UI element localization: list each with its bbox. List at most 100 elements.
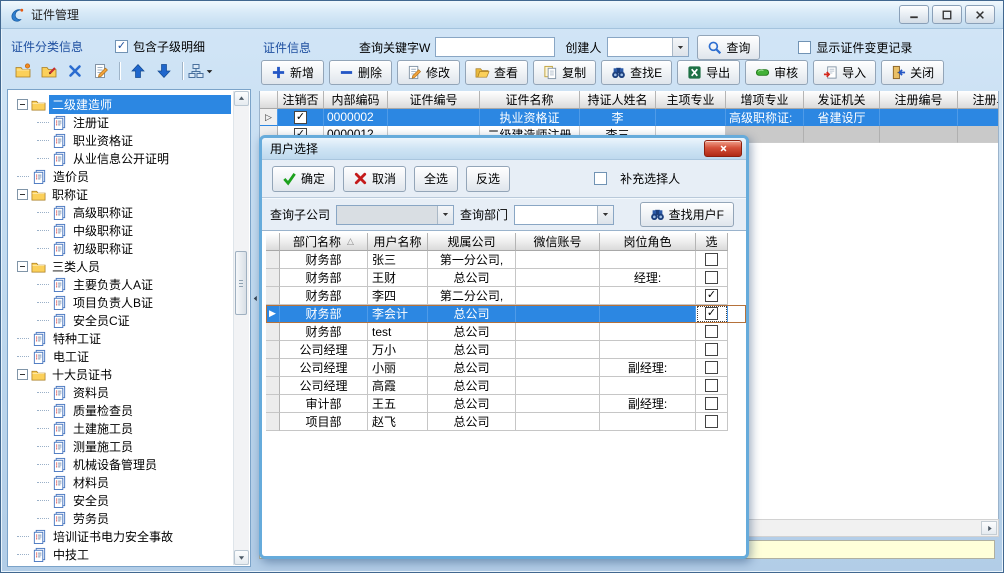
tree-item[interactable]: 土建施工员	[9, 419, 233, 437]
delete-category-button[interactable]	[63, 59, 87, 83]
grid-column-header[interactable]: 持证人姓名	[580, 91, 656, 109]
checkbox-unchecked-icon[interactable]	[705, 253, 718, 266]
tree-item[interactable]: 安全员C证	[9, 311, 233, 329]
modify-button[interactable]: 修改	[397, 60, 460, 85]
tree-item[interactable]: 安全员	[9, 491, 233, 509]
cancel-button[interactable]: 取消	[343, 166, 406, 192]
tree-item[interactable]: 二级建造师	[9, 95, 233, 113]
tree-item[interactable]: 注册证	[9, 113, 233, 131]
grid-column-header[interactable]: 证件名称	[480, 91, 580, 109]
tree-item[interactable]: 资料员	[9, 383, 233, 401]
grid-column-header[interactable]: 注册编号	[880, 91, 958, 109]
find-user-button[interactable]: 查找用户F	[640, 202, 734, 227]
cell-select[interactable]	[696, 269, 728, 287]
checkbox-unchecked-icon[interactable]	[705, 361, 718, 374]
dialog-close-button[interactable]	[704, 140, 742, 157]
delete-button[interactable]: 删除	[329, 60, 392, 85]
tree-item[interactable]: 三类人员	[9, 257, 233, 275]
invert-selection-button[interactable]: 反选	[466, 166, 510, 192]
collapse-toggle-icon[interactable]	[17, 189, 28, 200]
tree-item[interactable]: 中技工	[9, 545, 233, 563]
titlebar[interactable]: 证件管理	[1, 1, 1003, 29]
close-window-button[interactable]	[965, 5, 995, 24]
user-row[interactable]: 财务部李四第二分公司,	[266, 287, 746, 305]
user-column-header[interactable]: 岗位角色	[600, 233, 696, 251]
tree-item[interactable]: 从业信息公开证明	[9, 149, 233, 167]
scroll-right-button[interactable]	[981, 521, 997, 535]
tree-item[interactable]: 中级职称证	[9, 221, 233, 239]
grid-column-header[interactable]: 注册单位	[958, 91, 999, 109]
user-column-header[interactable]: 用户名称	[368, 233, 428, 251]
tree-item[interactable]: 十大员证书	[9, 365, 233, 383]
grid-column-header[interactable]: 主项专业	[656, 91, 726, 109]
tree-item[interactable]: 劳务员	[9, 509, 233, 527]
checkbox-unchecked-icon[interactable]	[705, 343, 718, 356]
edit-category-button[interactable]	[37, 59, 61, 83]
tree-item[interactable]: 质量检查员	[9, 401, 233, 419]
collapse-toggle-icon[interactable]	[17, 369, 28, 380]
new-category-button[interactable]	[11, 59, 35, 83]
user-row[interactable]: 公司经理高霞总公司	[266, 377, 746, 395]
tree-item[interactable]: 造价员	[9, 167, 233, 185]
checkbox-unchecked-icon[interactable]	[705, 325, 718, 338]
keyword-input[interactable]	[435, 37, 555, 57]
grid-column-header[interactable]	[260, 91, 278, 109]
tree-item[interactable]: 材料员	[9, 473, 233, 491]
checkbox-checked-icon[interactable]	[294, 111, 307, 124]
supplement-checkbox[interactable]	[594, 172, 607, 185]
cell-select[interactable]	[696, 413, 728, 431]
scrollbar-thumb[interactable]	[235, 251, 247, 315]
user-row[interactable]: ▶财务部李会计总公司	[266, 305, 746, 323]
export-button[interactable]: 导出	[677, 60, 740, 85]
checkbox-unchecked-icon[interactable]	[705, 379, 718, 392]
creator-combobox[interactable]	[607, 37, 689, 57]
include-children-checkbox[interactable]	[115, 40, 128, 53]
collapse-toggle-icon[interactable]	[17, 99, 28, 110]
cell-select[interactable]	[696, 395, 728, 413]
checkbox-unchecked-icon[interactable]	[705, 271, 718, 284]
add-button[interactable]: 新增	[261, 60, 324, 85]
tree-item[interactable]: 测量施工员	[9, 437, 233, 455]
user-row[interactable]: 财务部test总公司	[266, 323, 746, 341]
scroll-up-button[interactable]	[234, 91, 249, 106]
copy-button[interactable]: 复制	[533, 60, 596, 85]
checkbox-unchecked-icon[interactable]	[705, 415, 718, 428]
move-up-button[interactable]	[126, 59, 150, 83]
show-changes-checkbox[interactable]	[798, 41, 811, 54]
dialog-titlebar[interactable]: 用户选择	[262, 138, 746, 160]
cell-select[interactable]	[696, 251, 728, 269]
import-button[interactable]: 导入	[813, 60, 876, 85]
checkbox-checked-icon[interactable]	[705, 289, 718, 302]
panel-splitter[interactable]	[251, 89, 259, 567]
tree-item[interactable]: 培训证书电力安全事故	[9, 527, 233, 545]
tree-item[interactable]: 初级职称证	[9, 239, 233, 257]
close-button[interactable]: 关闭	[881, 60, 944, 85]
maximize-button[interactable]	[932, 5, 962, 24]
cell-select[interactable]	[696, 287, 728, 305]
user-row[interactable]: 财务部张三第一分公司,	[266, 251, 746, 269]
department-combobox[interactable]	[514, 205, 614, 225]
tree-item[interactable]: 电工证	[9, 347, 233, 365]
tree-item[interactable]: 机械设备管理员	[9, 455, 233, 473]
tree-item[interactable]: 特种工证	[9, 329, 233, 347]
user-row[interactable]: 公司经理小丽总公司副经理:	[266, 359, 746, 377]
user-column-header[interactable]: 部门名称△	[280, 233, 368, 251]
subsidiary-combobox[interactable]	[336, 205, 454, 225]
scroll-down-button[interactable]	[234, 550, 249, 565]
user-row[interactable]: 项目部赵飞总公司	[266, 413, 746, 431]
grid-row[interactable]: ▷0000002执业资格证李高级职称证:省建设厅	[260, 109, 998, 126]
grid-column-header[interactable]: 发证机关	[804, 91, 880, 109]
edit-note-button[interactable]	[89, 59, 113, 83]
cell-select[interactable]	[696, 377, 728, 395]
tree-item[interactable]: 项目负责人B证	[9, 293, 233, 311]
user-column-header[interactable]: 微信账号	[516, 233, 600, 251]
find-button[interactable]: 查找E	[601, 60, 672, 85]
grid-column-header[interactable]: 证件编号	[388, 91, 480, 109]
user-row[interactable]: 财务部王财总公司经理:	[266, 269, 746, 287]
view-button[interactable]: 查看	[465, 60, 528, 85]
user-column-header[interactable]: 规属公司	[428, 233, 516, 251]
grid-column-header[interactable]: 注销否	[278, 91, 324, 109]
checkbox-unchecked-icon[interactable]	[705, 397, 718, 410]
ok-button[interactable]: 确定	[272, 166, 335, 192]
tree-item[interactable]: 职业资格证	[9, 131, 233, 149]
